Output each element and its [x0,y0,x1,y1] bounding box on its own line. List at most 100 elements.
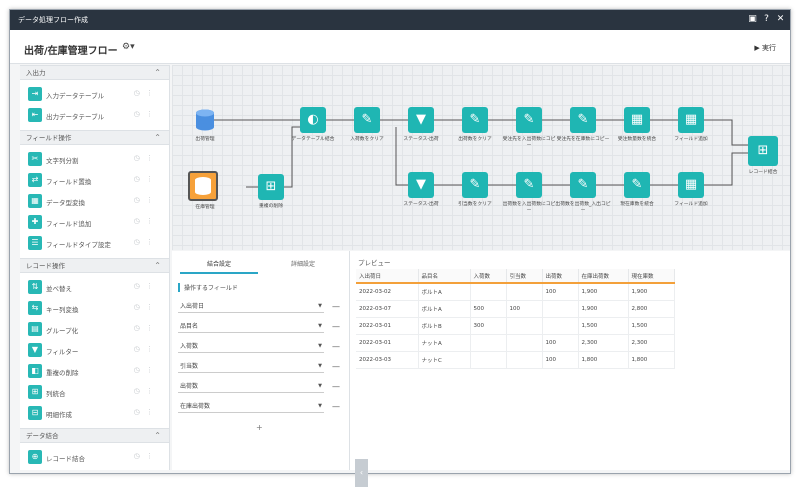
remove-field-button[interactable]: — [332,382,340,391]
edit-node-icon[interactable]: ✎ [462,172,488,198]
edit-node-icon[interactable]: ✎ [516,172,542,198]
table-cell: 2,300 [628,334,675,352]
chevron-up-icon[interactable]: ⌃ [154,66,161,80]
palette-item-label: 入力データテーブル [46,92,105,100]
run-button[interactable]: ▶ 実行 [754,43,776,53]
help-icon[interactable]: ? [761,14,772,25]
chevron-up-icon[interactable]: ⌃ [154,131,161,145]
tab-join-settings[interactable]: 結合設定 [180,259,258,274]
table-cell [506,351,543,369]
item-actions-icon[interactable]: ◷ ⋮ [134,282,155,290]
field-select[interactable]: 引当数 ▼ [178,361,324,373]
table-cell [542,300,579,318]
palette-item[interactable]: ⊟ 明細作成 ◷ ⋮ [20,403,169,424]
item-actions-icon[interactable]: ◷ ⋮ [134,345,155,353]
edit-node-icon[interactable]: ✎ [516,107,542,133]
remove-field-button[interactable]: — [332,342,340,351]
column-header[interactable]: 在庫出荷数 [578,269,629,284]
edit-node-icon[interactable]: ✎ [570,172,596,198]
database-icon[interactable] [188,171,218,201]
item-actions-icon[interactable]: ◷ ⋮ [134,387,155,395]
table-cell: 2022-03-01 [356,334,419,352]
join-node-icon[interactable]: ◐ [300,107,326,133]
item-actions-icon[interactable]: ◷ ⋮ [134,238,155,246]
palette-item[interactable]: ✚ フィールド追加 ◷ ⋮ [20,212,169,233]
item-actions-icon[interactable]: ◷ ⋮ [134,110,155,118]
palette-item[interactable]: ⇄ フィールド置換 ◷ ⋮ [20,170,169,191]
palette-item[interactable]: ▼ フィルター ◷ ⋮ [20,340,169,361]
node-label: フィールド追加 [674,202,708,207]
node-label: レコード結合 [748,170,778,175]
column-header[interactable]: 引当数 [506,269,543,284]
item-actions-icon[interactable]: ◷ ⋮ [134,89,155,97]
tab-detail-settings[interactable]: 詳細設定 [264,259,342,272]
field-select[interactable]: 入出荷日 ▼ [178,301,324,313]
chevron-down-icon: ▼ [318,383,322,389]
palette-item[interactable]: ☰ フィールドタイプ設定 ◷ ⋮ [20,233,169,254]
palette-section-header[interactable]: 入出力 ⌃ [20,65,169,80]
chevron-up-icon[interactable]: ⌃ [154,259,161,273]
field-select[interactable]: 出荷数 ▼ [178,381,324,393]
table-row: 2022-03-03 ナットC 100 1,800 1,800 [356,351,675,369]
item-actions-icon[interactable]: ◷ ⋮ [134,196,155,204]
column-header[interactable]: 現在庫数 [628,269,675,284]
flow-header: 出荷/在庫管理フロー ⚙▾ ▶ 実行 [10,30,790,64]
field-select-value: 在庫出荷数 [180,403,211,410]
table-row: 2022-03-01 ナットA 100 2,300 2,300 [356,334,675,352]
palette-item[interactable]: ▦ データ型変換 ◷ ⋮ [20,191,169,212]
palette-item[interactable]: ⇆ キー列変換 ◷ ⋮ [20,298,169,319]
edit-node-icon[interactable]: ✎ [570,107,596,133]
flow-settings-icon[interactable]: ⚙▾ [122,42,135,52]
item-actions-icon[interactable]: ◷ ⋮ [134,175,155,183]
add-field-button[interactable]: + [256,423,263,432]
item-actions-icon[interactable]: ◷ ⋮ [134,324,155,332]
remove-field-button[interactable]: — [332,362,340,371]
table-node-icon[interactable]: ▦ [624,107,650,133]
remove-field-button[interactable]: — [332,322,340,331]
remove-field-button[interactable]: — [332,302,340,311]
palette-section-header[interactable]: フィールド操作 ⌃ [20,130,169,145]
operation-icon: ⇆ [28,301,42,315]
palette-item[interactable]: ✂ 文字列分割 ◷ ⋮ [20,149,169,170]
column-header[interactable]: 出荷数 [542,269,579,284]
item-actions-icon[interactable]: ◷ ⋮ [134,366,155,374]
table-node-icon[interactable]: ▦ [678,172,704,198]
dedupe-node-icon[interactable]: ⊞ [258,174,284,200]
item-actions-icon[interactable]: ◷ ⋮ [134,217,155,225]
column-header[interactable]: 入出荷日 [356,269,419,284]
palette-item[interactable]: ⇥ 入力データテーブル ◷ ⋮ [20,84,169,105]
chevron-up-icon[interactable]: ⌃ [154,429,161,443]
field-row: 入荷数 ▼ — [178,339,348,355]
palette-item[interactable]: ⊕ レコード結合 ◷ ⋮ [20,447,169,468]
save-icon[interactable]: ▣ [747,14,758,25]
remove-field-button[interactable]: — [332,402,340,411]
column-header[interactable]: 入荷数 [470,269,507,284]
column-header[interactable]: 品目名 [418,269,471,284]
filter-node-icon[interactable]: ▼ [408,107,434,133]
filter-node-icon[interactable]: ▼ [408,172,434,198]
item-actions-icon[interactable]: ◷ ⋮ [134,154,155,162]
field-select[interactable]: 入荷数 ▼ [178,341,324,353]
palette-section-header[interactable]: データ結合 ⌃ [20,428,169,443]
palette-item[interactable]: ⇅ 並べ替え ◷ ⋮ [20,277,169,298]
item-actions-icon[interactable]: ◷ ⋮ [134,408,155,416]
merge-node-icon[interactable]: ⊞ [748,136,778,166]
palette-item[interactable]: ⇤ 出力データテーブル ◷ ⋮ [20,105,169,126]
node-label: ステータス-出荷 [403,137,439,142]
field-select[interactable]: 在庫出荷数 ▼ [178,401,324,413]
edit-node-icon[interactable]: ✎ [354,107,380,133]
palette-section-header[interactable]: レコード操作 ⌃ [20,258,169,273]
close-icon[interactable]: ✕ [775,14,786,25]
item-actions-icon[interactable]: ◷ ⋮ [134,452,155,460]
edit-node-icon[interactable]: ✎ [624,172,650,198]
edit-node-icon[interactable]: ✎ [462,107,488,133]
palette-item[interactable]: ◧ 重複の削除 ◷ ⋮ [20,361,169,382]
flow-canvas[interactable]: 出荷管理 在庫管理 ⊞ 重複の削除 ◐ データテーブル結合 ✎ 入荷数をクリア … [172,65,790,250]
palette-item[interactable]: ▤ グループ化 ◷ ⋮ [20,319,169,340]
palette-item[interactable]: ⊞ 列統合 ◷ ⋮ [20,382,169,403]
field-select[interactable]: 品目名 ▼ [178,321,324,333]
flow-connectors [214,119,748,188]
item-actions-icon[interactable]: ◷ ⋮ [134,303,155,311]
database-icon[interactable] [192,107,218,133]
table-node-icon[interactable]: ▦ [678,107,704,133]
